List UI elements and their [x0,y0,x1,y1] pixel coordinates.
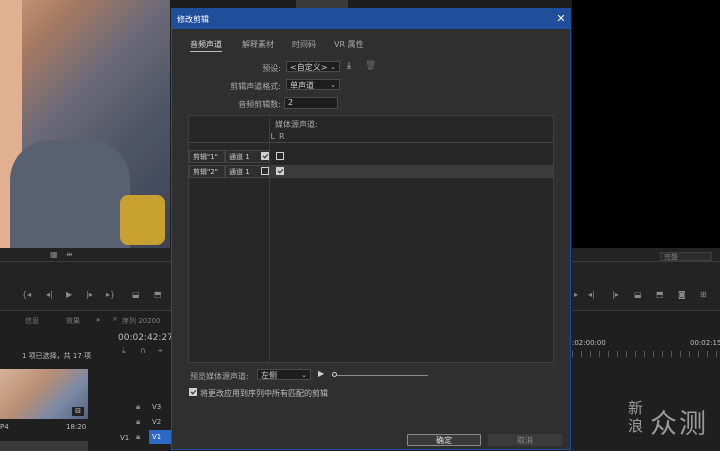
v1-lock-icon[interactable]: 🔒︎ [136,432,140,442]
clip-name: P4 [0,423,9,431]
program-controls-right: 完整 ▸ ◂| |▸ ⬓ ⬒ ◙ ⊞ [572,248,720,310]
clip-type-icon: ⊟ [72,407,84,416]
media-source-channel-header: 媒体源声道: [275,120,318,129]
tab-interpret-footage[interactable]: 解释素材 [242,39,274,50]
marker-icon[interactable]: ⌖ [158,346,163,356]
close-tab-icon[interactable]: × [112,315,118,323]
time-ruler[interactable] [572,351,720,357]
clip-name-cell: 剪辑"1" [189,150,225,163]
camera-icon[interactable]: ◙ [678,290,686,300]
tab-info[interactable]: 信息 [25,316,39,326]
resolution-dropdown[interactable]: 完整 [660,252,712,261]
source-controls-left: ▦ ⇹ {◂ ◂| ▶ |▸ ▸} ⬓ ⬒ [0,248,171,310]
preview-scrubber[interactable] [332,375,428,376]
extract-icon[interactable]: ⬒ [154,290,162,300]
top-toolbar-strip [296,0,348,8]
preview-channel-label: 预览媒体源声道: [190,372,249,381]
row1-left-checkbox[interactable] [261,152,269,160]
step-back-icon[interactable]: ◂| [46,290,53,300]
step-forward-icon-right[interactable]: |▸ [612,290,619,300]
table-row[interactable]: 剪辑"1" 通道 1 [189,150,553,163]
program-monitor-black-area [572,0,720,248]
program-video-frame [0,0,170,248]
modify-clip-dialog: 修改剪辑 ✕ 音频声道 解释素材 时间码 VR 属性 预设: <自定义> ⌄ ⤓… [171,8,571,450]
dialog-title: 修改剪辑 [177,15,209,24]
row2-right-checkbox[interactable] [276,167,284,175]
apply-all-label: 将更改应用到序列中所有匹配的剪辑 [200,389,328,398]
ruler-time-left: :02:00:00 [572,339,606,347]
lift-icon-right[interactable]: ⬓ [634,290,642,300]
channel-format-label: 剪辑声道格式: [230,82,281,91]
tab-audio-channels[interactable]: 音频声道 [190,39,222,52]
linked-icon[interactable]: ∩ [140,346,146,356]
play-icon[interactable]: ▶ [66,290,72,300]
table-row[interactable]: 剪辑"2" 通道 1 [189,165,553,178]
v2-lock-icon[interactable]: 🔒︎ [136,417,140,427]
cancel-button[interactable]: 取消 [488,434,562,446]
snap-icon[interactable]: ⤓ [122,346,126,356]
timeline-panel-left: × 序列 20200 00:02:42:27 ⤓ ∩ ⌖ 🔒︎ V3 🔒︎ V2… [108,310,173,451]
tab-vr-properties[interactable]: VR 属性 [334,39,364,50]
ok-button[interactable]: 确定 [407,434,481,446]
channel-header-r: R [279,132,285,141]
step-forward-icon[interactable]: |▸ [86,290,93,300]
preset-value: <自定义> [290,63,328,72]
channel-header-l: L [270,132,275,141]
lift-icon[interactable]: ⬓ [132,290,140,300]
delete-preset-icon[interactable]: 🗑︎ [365,61,376,71]
timeline-timecode[interactable]: 00:02:42:27 [118,333,173,343]
tab-sequence[interactable]: 序列 20200 [122,316,161,326]
channel-format-dropdown[interactable]: 单声道 ⌄ [286,79,340,90]
save-preset-icon[interactable]: ⤓ [347,61,351,71]
button-editor-icon[interactable]: ⊞ [700,290,707,300]
chevron-down-icon: ⌄ [330,81,336,89]
track-v2[interactable]: V2 [152,418,161,426]
extract-icon-right[interactable]: ▸ [574,290,578,300]
track-v3[interactable]: V3 [152,403,161,411]
extract2-icon-right[interactable]: ⬒ [656,290,664,300]
page-icon[interactable]: ▦ [50,250,58,260]
clip-name-cell: 剪辑"2" [189,165,225,178]
audio-clip-count-label: 音频剪辑数: [238,100,281,109]
preview-channel-dropdown[interactable]: 左侧 ⌄ [257,369,311,380]
watermark-text: 众测 [650,409,708,440]
row2-left-checkbox[interactable] [261,167,269,175]
dialog-titlebar[interactable]: 修改剪辑 ✕ [172,9,570,29]
selection-info: 1 项已选择，共 17 项 [22,352,92,360]
source-patch-v1[interactable]: V1 [120,434,129,442]
chevron-down-icon: ⌄ [301,371,307,379]
row1-right-checkbox[interactable] [276,152,284,160]
audio-clip-count-input[interactable]: 2 [284,97,338,109]
preview-channel-value: 左侧 [261,371,277,380]
go-to-out-icon[interactable]: ▸} [106,290,115,300]
clip-duration: 18:20 [66,423,87,431]
watermark-char-1: 新 [628,399,644,417]
play-preview-icon[interactable]: ▶ [318,369,324,378]
step-back-icon-right[interactable]: ◂| [588,290,595,300]
channel-mapping-table: 媒体源声道: L R 剪辑"1" 通道 1 剪辑"2" 通道 1 [188,115,554,363]
chevron-down-icon: ⌄ [330,63,336,71]
preset-dropdown[interactable]: <自定义> ⌄ [286,61,340,72]
more-panels-icon[interactable]: » [96,316,100,324]
tab-effects[interactable]: 效果 [66,316,80,326]
project-panel: 信息 效果 » 1 项已选择，共 17 项 ⊟ P4 18:20 [0,310,108,451]
ruler-time-right: 00:02:15 [690,339,720,347]
track-v1[interactable]: V1 [149,430,171,444]
channel-format-value: 单声道 [290,81,314,90]
apply-all-checkbox[interactable] [189,388,197,396]
mark-in-icon[interactable]: {◂ [22,290,31,300]
clip-thumbnail[interactable]: ⊟ [0,369,88,419]
scrubber-handle[interactable] [332,372,337,377]
sina-watermark: 新 浪 众测 [628,398,712,442]
preset-label: 预设: [262,64,281,73]
fit-icon[interactable]: ⇹ [66,250,73,260]
watermark-char-2: 浪 [628,417,644,435]
close-icon[interactable]: ✕ [554,12,568,26]
v3-lock-icon[interactable]: 🔒︎ [136,402,140,412]
tab-timecode[interactable]: 时间码 [292,39,316,50]
